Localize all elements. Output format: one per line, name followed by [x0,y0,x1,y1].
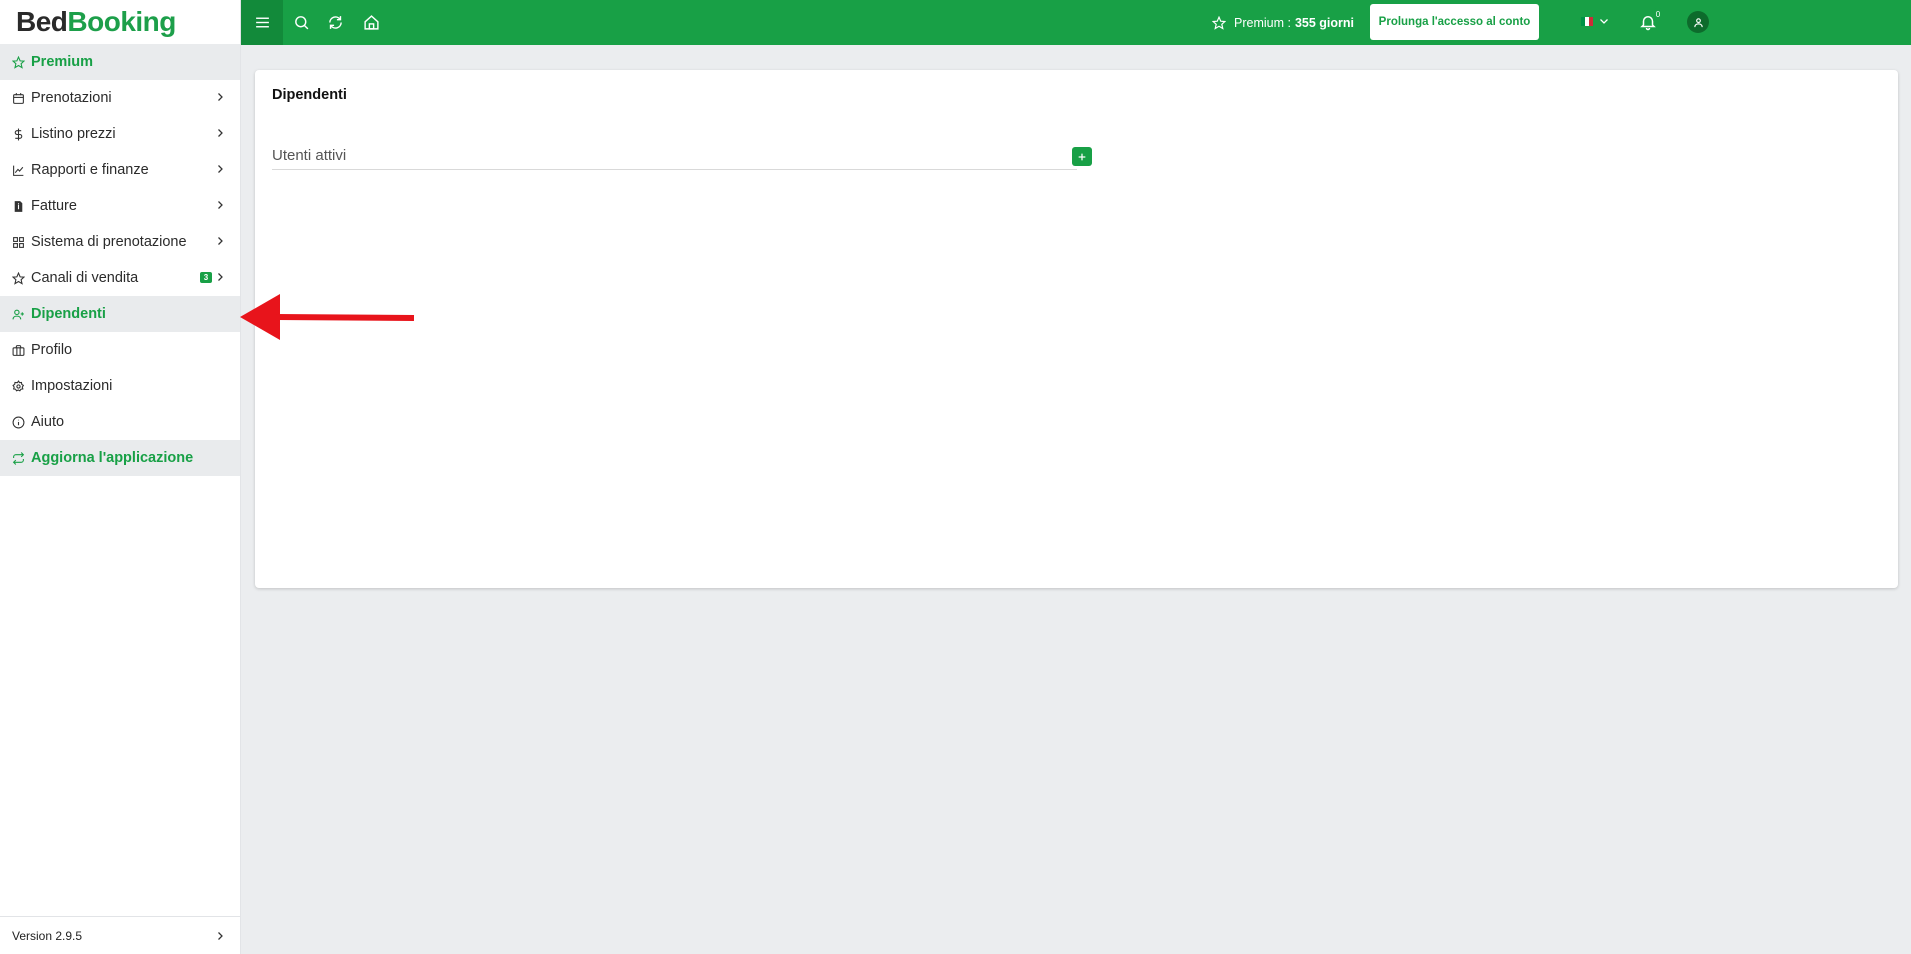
grid-icon [11,235,25,249]
sidebar-item-prenotazioni[interactable]: Prenotazioni [0,80,240,116]
sidebar-item-premium[interactable]: Premium [0,44,240,80]
sidebar-item-sistema-prenotazione[interactable]: Sistema di prenotazione [0,224,240,260]
calendar-icon [11,91,25,105]
briefcase-icon [11,343,25,357]
count-badge: 3 [200,272,212,283]
sidebar-item-fatture[interactable]: Fatture [0,188,240,224]
gear-icon [11,379,25,393]
sidebar-item-aiuto[interactable]: Aiuto [0,404,240,440]
sidebar-item-rapporti-finanze[interactable]: Rapporti e finanze [0,152,240,188]
active-users-section: Utenti attivi [272,145,1092,170]
home-icon [363,15,379,30]
page-title: Dipendenti [272,87,347,103]
version-footer[interactable]: Version 2.9.5 [0,916,240,954]
sidebar-item-label: Profilo [31,342,73,358]
sidebar-item-aggiorna[interactable]: Aggiorna l'applicazione [0,440,240,476]
chevron-right-icon [218,237,223,245]
user-icon [1693,17,1703,27]
annotation-arrow [240,294,415,340]
star-icon [11,271,25,285]
info-icon [11,415,25,429]
chevron-right-icon [218,129,223,137]
sidebar-item-listino-prezzi[interactable]: Listino prezzi [0,116,240,152]
user-avatar-button[interactable] [1687,11,1709,33]
sidebar-item-label: Dipendenti [31,306,106,322]
sidebar-item-canali-vendita[interactable]: Canali di vendita 3 [0,260,240,296]
chart-icon [11,163,25,177]
chevron-right-icon [218,932,223,940]
refresh-icon [328,16,342,29]
active-users-label: Utenti attivi [272,147,347,164]
extend-access-button[interactable]: Prolunga l'accesso al conto [1370,4,1539,40]
invoice-icon [11,199,25,213]
user-plus-icon [11,307,25,321]
sidebar-item-label: Impostazioni [31,378,113,394]
sidebar-item-label: Sistema di prenotazione [31,234,187,250]
hamburger-icon [255,17,269,28]
search-button[interactable] [287,0,315,45]
search-icon [294,16,308,30]
refresh-icon [11,451,25,465]
sidebar-item-dipendenti[interactable]: Dipendenti [0,296,240,332]
star-icon [11,55,25,69]
dollar-icon [11,127,25,141]
plus-icon [1078,153,1086,160]
employees-card: Dipendenti Utenti attivi [255,70,1898,588]
home-button[interactable] [357,0,385,45]
sidebar-item-label: Canali di vendita [31,270,139,286]
logo-text-booking: Booking [67,6,176,37]
sidebar-item-impostazioni[interactable]: Impostazioni [0,368,240,404]
sidebar-item-label: Premium [31,54,94,70]
chevron-right-icon [218,165,223,173]
sidebar-item-label: Listino prezzi [31,126,116,142]
premium-days: 355 giorni [1294,15,1354,30]
star-icon [1212,15,1226,30]
app-logo[interactable]: Bed Booking [0,0,240,44]
version-label: Version 2.9.5 [12,928,83,943]
chevron-right-icon [218,93,223,101]
language-flag-icon[interactable] [1581,17,1593,26]
notification-count-badge: 0 [1652,8,1664,20]
sidebar-item-label: Aggiorna l'applicazione [31,450,194,466]
sidebar-menu: Premium Prenotazioni Listino prezzi Rapp… [0,44,240,476]
sidebar: Bed Booking Premium Prenotazioni Listino … [0,0,241,954]
chevron-right-icon [218,201,223,209]
premium-status: Premium : 355 giorni [1212,0,1354,45]
refresh-button[interactable] [321,0,349,45]
premium-label: Premium : [1234,15,1291,30]
sidebar-item-label: Fatture [31,198,77,214]
sidebar-item-profilo[interactable]: Profilo [0,332,240,368]
chevron-down-icon[interactable] [1598,15,1610,27]
add-user-button[interactable] [1072,147,1092,166]
sidebar-item-label: Prenotazioni [31,90,112,106]
logo-text-bed: Bed [16,6,68,37]
sidebar-item-label: Aiuto [31,414,65,430]
sidebar-item-label: Rapporti e finanze [31,162,149,178]
top-bar: Premium : 355 giorni Prolunga l'accesso … [241,0,1911,45]
chevron-right-icon [218,273,223,281]
menu-toggle-button[interactable] [241,0,283,45]
